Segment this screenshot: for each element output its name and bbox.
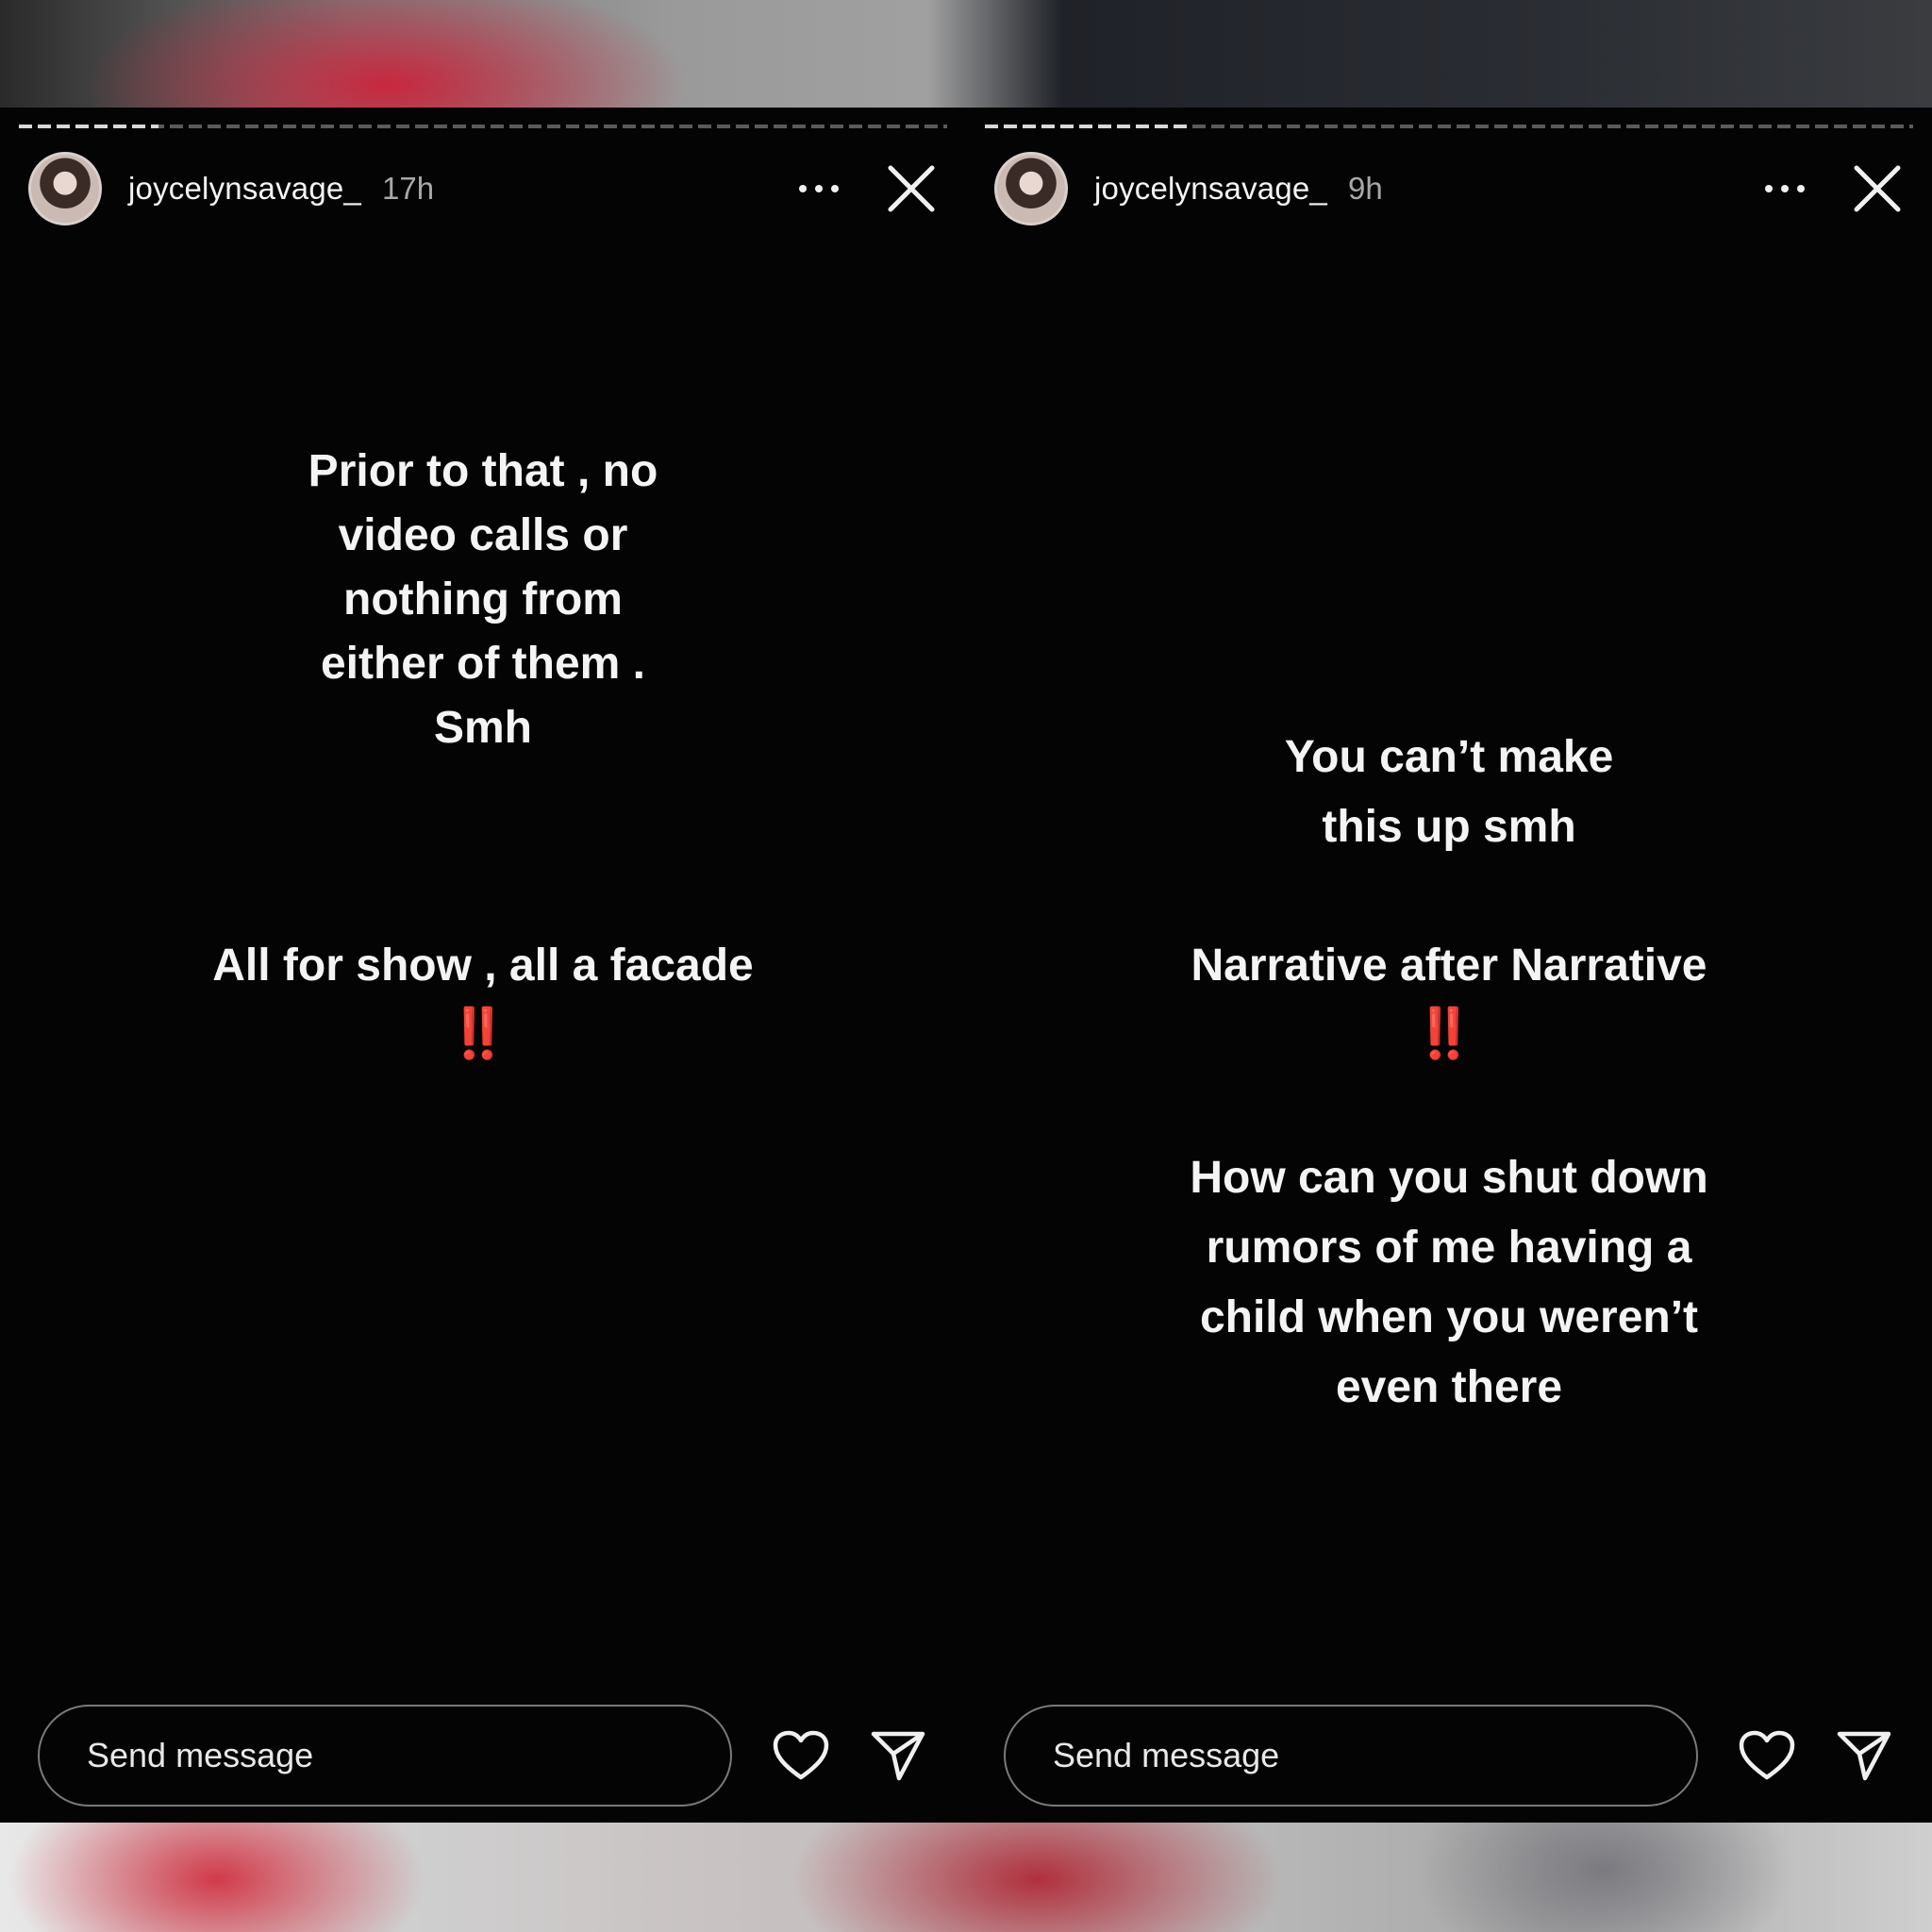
more-horizontal-icon[interactable] — [1757, 170, 1813, 208]
username[interactable]: joycelynsavage_ — [1094, 171, 1327, 207]
send-icon[interactable] — [870, 1729, 926, 1782]
story-progress-bar — [985, 125, 1913, 128]
send-message-input[interactable] — [1004, 1705, 1698, 1807]
avatar[interactable] — [28, 152, 102, 225]
double-exclamation-emoji: ‼️ — [447, 1007, 511, 1061]
send-message-input[interactable] — [38, 1705, 732, 1807]
username[interactable]: joycelynsavage_ — [128, 171, 361, 207]
blurred-backdrop-bottom — [0, 1823, 1932, 1932]
story-progress-fill — [985, 125, 1190, 128]
story-footer — [1004, 1704, 1904, 1807]
story-text-block: How can you shut down rumors of me havin… — [1190, 1153, 1708, 1412]
post-time: 17h — [382, 171, 435, 206]
story-progress-bar — [19, 125, 947, 128]
story-text-block: Narrative after Narrative — [1191, 941, 1707, 991]
story-header: joycelynsavage_ 9h — [994, 151, 1904, 226]
close-icon[interactable] — [1851, 162, 1904, 215]
story-text-block: Prior to that , no video calls or nothin… — [308, 446, 658, 753]
send-icon[interactable] — [1836, 1729, 1892, 1782]
story-progress-fill — [19, 125, 158, 128]
post-time: 9h — [1348, 171, 1383, 206]
story-panel-left: joycelynsavage_ 17h Prior to that , no v… — [0, 108, 966, 1823]
avatar[interactable] — [994, 152, 1068, 225]
heart-icon[interactable] — [1738, 1729, 1796, 1782]
more-horizontal-icon[interactable] — [791, 170, 847, 208]
double-exclamation-emoji: ‼️ — [1413, 1007, 1477, 1061]
blurred-backdrop-top — [0, 0, 1932, 108]
heart-icon[interactable] — [772, 1729, 830, 1782]
close-icon[interactable] — [885, 162, 938, 215]
story-text-block: You can’t make this up smh — [1284, 732, 1614, 852]
story-text-block: All for show , all a facade — [212, 941, 754, 991]
story-panel-right: joycelynsavage_ 9h You can’t make this u… — [966, 108, 1932, 1823]
story-footer — [38, 1704, 938, 1807]
story-header: joycelynsavage_ 17h — [28, 151, 938, 226]
